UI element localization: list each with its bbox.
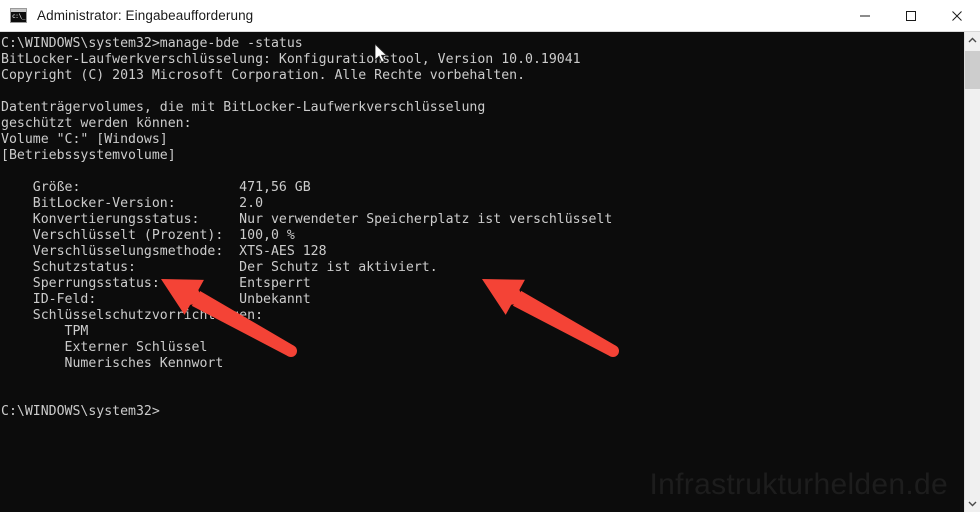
titlebar-left-group: Administrator: Eingabeaufforderung: [0, 8, 842, 23]
watermark-text: Infrastrukturhelden.de: [649, 468, 948, 501]
scrollbar-thumb[interactable]: [965, 51, 980, 89]
chevron-up-icon[interactable]: [965, 32, 980, 49]
console-output-area[interactable]: C:\WINDOWS\system32>manage-bde -status B…: [0, 32, 964, 512]
command-prompt-icon: [10, 8, 27, 23]
window-titlebar[interactable]: Administrator: Eingabeaufforderung: [0, 0, 980, 32]
scrollbar-track[interactable]: [965, 49, 980, 495]
close-button[interactable]: [934, 0, 980, 31]
minimize-button[interactable]: [842, 0, 888, 31]
maximize-button[interactable]: [888, 0, 934, 31]
chevron-down-icon[interactable]: [965, 495, 980, 512]
command-prompt-window: Administrator: Eingabeaufforderung C:\WI…: [0, 0, 980, 512]
mouse-pointer-icon: [375, 44, 388, 63]
window-title: Administrator: Eingabeaufforderung: [37, 8, 254, 23]
vertical-scrollbar[interactable]: [964, 32, 980, 512]
console-text: C:\WINDOWS\system32>manage-bde -status B…: [1, 36, 613, 419]
